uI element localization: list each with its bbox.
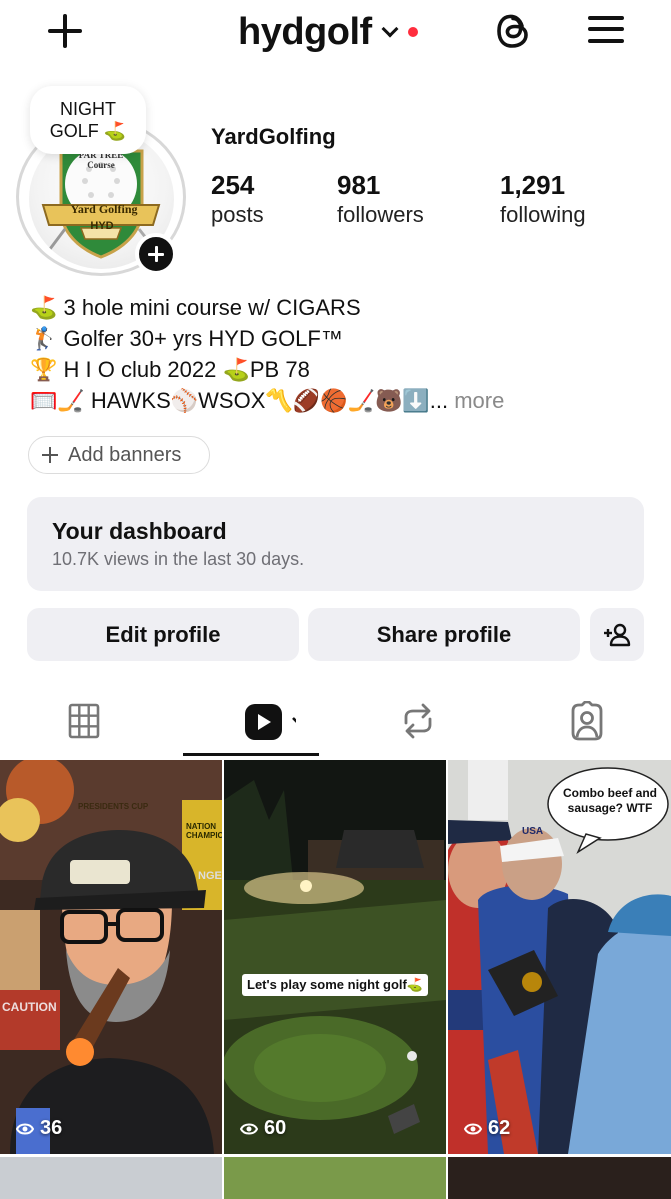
view-count: 60 — [240, 1117, 286, 1140]
reels-play-icon — [245, 704, 296, 740]
discover-people-button[interactable] — [590, 608, 644, 661]
dashboard-subtitle: 10.7K views in the last 30 days. — [52, 549, 305, 569]
reel-tile[interactable]: Combo beef and sausage? WTF USA 62 — [448, 760, 671, 1154]
top-bar: hydgolf — [0, 0, 671, 64]
eye-icon — [240, 1123, 258, 1134]
note-line-2: GOLF ⛳️ — [49, 121, 127, 141]
cap-patch-text: PRESIDENTS CUP — [78, 802, 149, 811]
avatar-banner-text: Yard Golfing — [70, 202, 138, 216]
avatar-hyd-text: HYD — [90, 220, 114, 232]
share-profile-label: Share profile — [376, 621, 512, 647]
posts-label: posts — [211, 202, 264, 227]
followers-stat[interactable]: 981 followers — [337, 170, 424, 230]
tagged-person-icon — [571, 701, 603, 741]
reel-thumbnail-image — [224, 760, 446, 1154]
followers-count: 981 — [337, 170, 381, 200]
reel-tile-partial[interactable] — [224, 1157, 446, 1199]
note-bubble[interactable]: NIGHT GOLF ⛳️ — [30, 86, 146, 154]
repost-icon — [404, 703, 432, 739]
reel-tile-partial[interactable] — [0, 1157, 222, 1199]
add-person-icon — [604, 623, 631, 646]
reel-caption-overlay: Let's play some night golf⛳️ — [242, 974, 429, 996]
posts-count: 254 — [211, 170, 255, 200]
dashboard-title: Your dashboard — [52, 518, 227, 544]
followers-label: followers — [337, 202, 424, 227]
view-count: 36 — [16, 1117, 62, 1140]
bio-line-text: 🥅🏒 HAWKS⚾️WSOX〽️🏈🏀🏒🐻⬇️... — [30, 388, 449, 413]
notification-dot — [407, 27, 418, 37]
active-tab-indicator — [183, 753, 319, 756]
bio: ⛳️ 3 hole mini course w/ CIGARS 🏌️ Golfe… — [30, 292, 650, 416]
wall-sign-text: NGE — [198, 870, 222, 882]
share-profile-button[interactable]: Share profile — [308, 608, 580, 661]
view-count-value: 60 — [264, 1117, 287, 1139]
eye-icon — [464, 1123, 482, 1134]
following-count: 1,291 — [500, 170, 566, 200]
note-line-1: NIGHT — [60, 99, 116, 119]
caution-sign-text: CAUTION — [2, 1000, 57, 1014]
tab-tagged[interactable] — [545, 690, 629, 752]
display-name: YardGolfing — [211, 124, 336, 149]
reels-grid: PRESIDENTS CUP NATION CHAMPIO NGE CAUTIO… — [0, 760, 671, 1199]
dashboard-card[interactable]: Your dashboard 10.7K views in the last 3… — [27, 497, 644, 591]
bio-line: 🏌️ Golfer 30+ yrs HYD GOLF™ — [30, 326, 343, 351]
cap-text: USA — [522, 826, 544, 837]
posts-stat[interactable]: 254 posts — [211, 170, 264, 230]
grid-icon — [68, 703, 100, 739]
bio-more-link[interactable]: more — [448, 388, 504, 413]
tab-grid[interactable] — [40, 690, 128, 752]
threads-icon[interactable] — [494, 10, 534, 52]
add-story-button[interactable] — [135, 233, 177, 275]
view-count-value: 36 — [40, 1117, 63, 1139]
plus-icon — [41, 446, 59, 464]
view-count: 62 — [464, 1117, 510, 1140]
add-banners-label: Add banners — [68, 443, 182, 466]
following-label: following — [500, 202, 586, 227]
tab-reposts[interactable] — [376, 690, 460, 752]
create-plus-icon[interactable] — [44, 10, 86, 52]
banner-text: NATION CHAMPIO — [186, 822, 222, 840]
edit-profile-button[interactable]: Edit profile — [27, 608, 299, 661]
reel-thumbnail-image — [0, 760, 222, 1154]
username-title: hydgolf — [238, 10, 372, 53]
menu-icon[interactable] — [588, 13, 624, 45]
reel-tile[interactable]: PRESIDENTS CUP NATION CHAMPIO NGE CAUTIO… — [0, 760, 222, 1154]
following-stat[interactable]: 1,291 following — [500, 170, 586, 230]
speech-bubble-text: Combo beef and sausage? WTF — [562, 786, 657, 815]
add-banners-button[interactable]: Add banners — [28, 436, 210, 474]
chevron-down-icon — [381, 20, 399, 38]
eye-icon — [16, 1123, 34, 1134]
bio-line: ⛳️ 3 hole mini course w/ CIGARS — [30, 295, 361, 320]
account-switcher[interactable]: hydgolf — [238, 8, 418, 56]
tab-reels[interactable] — [210, 690, 310, 752]
view-count-value: 62 — [488, 1117, 511, 1139]
reel-tile[interactable]: Let's play some night golf⛳️ 60 — [224, 760, 446, 1154]
reel-tile-partial[interactable] — [448, 1157, 671, 1199]
bio-line-last: 🥅🏒 HAWKS⚾️WSOX〽️🏈🏀🏒🐻⬇️... more — [30, 385, 650, 416]
reel-thumbnail-image — [448, 760, 671, 1154]
bio-line: 🏆 H I O club 2022 ⛳️PB 78 — [30, 357, 310, 382]
profile-tabs — [0, 690, 671, 758]
edit-profile-label: Edit profile — [105, 621, 221, 647]
